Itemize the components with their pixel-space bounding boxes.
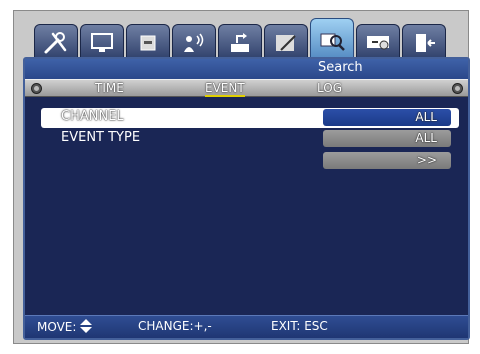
more-button-label: >> (416, 153, 437, 167)
search-panel: Search TIME EVENT LOG CHANNEL ALL EVENT … (23, 57, 470, 340)
menu-bar: TIME EVENT LOG (25, 79, 468, 97)
page-title: Search (318, 60, 363, 75)
event-type-value-text: ALL (415, 131, 437, 145)
more-row[interactable]: >> (41, 151, 459, 171)
event-type-row[interactable]: EVENT TYPE ALL (41, 129, 459, 149)
menu-item-event[interactable]: EVENT (205, 81, 245, 97)
footer-bar: MOVE: CHANGE:+,- EXIT: ESC (25, 315, 468, 338)
menu-item-time[interactable]: TIME (95, 81, 124, 95)
event-type-label: EVENT TYPE (61, 130, 141, 145)
network-icon (184, 33, 204, 52)
menu-right-arrow-icon[interactable] (452, 83, 463, 94)
storage-icon (140, 35, 156, 50)
channel-value[interactable]: ALL (323, 109, 451, 126)
tab-network[interactable] (172, 24, 216, 60)
footer-exit: EXIT: ESC (271, 319, 328, 333)
tools-icon (44, 31, 67, 53)
tab-backup[interactable] (356, 24, 400, 60)
tab-display[interactable] (80, 24, 124, 60)
menu-item-log[interactable]: LOG (317, 81, 342, 95)
backup-icon (367, 35, 389, 49)
search-icon (320, 33, 345, 51)
channel-row[interactable]: CHANNEL ALL (41, 108, 459, 128)
footer-move-text: MOVE: (37, 320, 77, 334)
device-icon (231, 32, 249, 52)
more-button[interactable]: >> (323, 152, 451, 169)
tab-tools[interactable] (34, 24, 78, 60)
tab-system[interactable] (264, 24, 308, 60)
exit-icon (416, 33, 435, 52)
event-type-value[interactable]: ALL (323, 130, 451, 147)
tab-storage[interactable] (126, 24, 170, 60)
monitor-icon (91, 32, 113, 52)
footer-change: CHANGE:+,- (138, 319, 212, 333)
title-bar: Search (25, 59, 468, 79)
menu-left-arrow-icon[interactable] (31, 83, 42, 94)
footer-move: MOVE: (37, 319, 93, 334)
system-icon (276, 34, 296, 51)
channel-label: CHANNEL (61, 109, 124, 124)
tab-search[interactable] (310, 18, 354, 62)
channel-value-text: ALL (415, 110, 437, 124)
tab-device[interactable] (218, 24, 262, 60)
tab-exit[interactable] (402, 24, 446, 60)
up-down-arrow-icon (80, 319, 93, 333)
